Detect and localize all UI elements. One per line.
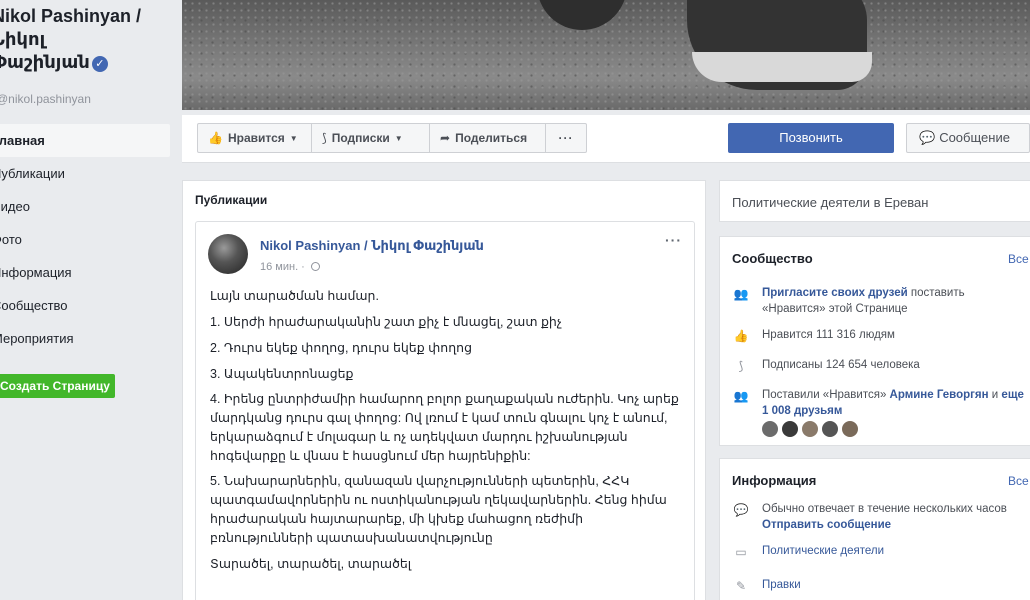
edits-link[interactable]: Правки — [762, 577, 1030, 593]
friend-avatars — [762, 421, 1030, 437]
folder-icon: ▭ — [735, 545, 747, 559]
friends-liked-text: Поставили «Нравится» Армине Геворгян и е… — [762, 387, 1030, 419]
friends-liked-prefix: Поставили «Нравится» — [762, 389, 890, 401]
nav-item-photos[interactable]: Фото — [0, 223, 170, 256]
nav-item-info[interactable]: Информация — [0, 256, 170, 289]
post-options-button[interactable]: ··· — [665, 232, 682, 248]
page-handle[interactable]: @nikol.pashinyan — [0, 92, 91, 106]
nav-item-video[interactable]: Видео — [0, 190, 170, 223]
category-text[interactable]: Политические деятели в Ереван — [732, 195, 928, 210]
cover-shoe-sole — [692, 52, 872, 82]
post-paragraph: Լայն տարածման համար. — [210, 289, 379, 303]
friend-avatar[interactable] — [782, 421, 798, 437]
post-paragraph: Տարածել, տարածել, տարածել — [210, 557, 412, 571]
post-time-text: 16 мин. · — [260, 261, 308, 273]
page-title-line-3: Փաշինյան ✓ — [0, 51, 182, 74]
friend-avatar[interactable] — [842, 421, 858, 437]
category-card: Политические деятели в Ереван — [719, 180, 1030, 222]
nav-item-events[interactable]: Мероприятия — [0, 322, 170, 355]
post-paragraph: 3. Ապակենտրոնացեք — [210, 367, 354, 381]
friends-and-text: и — [988, 389, 1002, 401]
thumbs-up-icon: 👍 — [208, 131, 223, 145]
message-bubble-icon: 💬 — [733, 503, 749, 517]
rss-icon: ⟆ — [738, 359, 744, 373]
create-page-button[interactable]: Создать Страницу — [0, 374, 115, 398]
post-text: Լայն տարածման համար. 1. Սերժի հրաժարական… — [210, 286, 682, 580]
call-button[interactable]: Позвонить — [728, 123, 894, 153]
thumbs-up-icon: 👍 — [733, 329, 749, 343]
post-timestamp[interactable]: 16 мин. · — [260, 261, 320, 273]
info-title[interactable]: Информация — [732, 473, 816, 488]
community-see-all-link[interactable]: Все — [1008, 252, 1029, 266]
pencil-icon: ✎ — [735, 579, 747, 593]
friend-avatar[interactable] — [822, 421, 838, 437]
send-message-link[interactable]: Отправить сообщение — [762, 519, 891, 531]
chevron-down-icon: ▼ — [289, 134, 298, 143]
rss-icon: ⟆ — [322, 131, 327, 145]
followers-count-text: Подписаны 124 654 человека — [762, 359, 920, 371]
like-button-label: Нравится — [227, 131, 285, 145]
post-author-name[interactable]: Nikol Pashinyan / Նիկոլ Փաշինյան — [260, 238, 484, 254]
message-bubble-icon: 💬 — [919, 130, 936, 145]
left-sidebar: Nikol Pashinyan / Նիկոլ Փաշինյան✓ @nikol… — [0, 0, 176, 600]
share-button-label: Поделиться — [455, 131, 528, 145]
post-paragraph: 5. Նախարարներին, զանազան վարչությունների… — [210, 474, 667, 545]
follow-button[interactable]: ⟆ Подписки ▼ — [311, 123, 430, 153]
invite-text: Пригласите своих друзей поставить «Нрави… — [762, 285, 1030, 317]
message-button[interactable]: 💬 Сообщение — [906, 123, 1030, 153]
publications-section: Публикации Nikol Pashinyan / Նիկոլ Փաշին… — [182, 180, 706, 600]
more-options-button[interactable]: ··· — [545, 123, 587, 153]
info-see-all-link[interactable]: Все — [1008, 474, 1029, 488]
community-card: Сообщество Все 👥 Пригласите своих друзей… — [719, 236, 1030, 446]
post-paragraph: 1. Սերժի հրաժարականին շատ քիչ է մնացել, … — [210, 315, 562, 329]
invite-friends-icon: 👥 — [733, 287, 749, 301]
nav-item-publications[interactable]: Публикации — [0, 157, 170, 190]
friend-avatar[interactable] — [802, 421, 818, 437]
nav-item-home[interactable]: Главная — [0, 124, 170, 157]
friend-name-link[interactable]: Армине Геворгян — [890, 389, 989, 401]
globe-icon — [310, 262, 320, 271]
page-nav: Главная Публикации Видео Фото Информация… — [0, 124, 170, 355]
like-button[interactable]: 👍 Нравится ▼ — [197, 123, 312, 153]
verified-badge-icon: ✓ — [91, 56, 108, 72]
page-title-line-3-text: Փաշինյան — [0, 52, 90, 72]
post-paragraph: 4. Իրենց ընտրիժամիր համարող բոլոր քաղաքա… — [210, 392, 679, 463]
page-title-line-1: Nikol Pashinyan / — [0, 6, 142, 26]
likes-count-text: Нравится 111 316 людям — [762, 329, 895, 341]
post-card: Nikol Pashinyan / Նիկոլ Փաշինյան 16 мин.… — [195, 221, 695, 600]
invite-friends-link[interactable]: Пригласите своих друзей — [762, 287, 908, 299]
message-button-label: Сообщение — [939, 130, 1010, 145]
info-card: Информация Все 💬 Обычно отвечает в течен… — [719, 458, 1030, 600]
page-title[interactable]: Nikol Pashinyan / Նիկոլ Փաշինյան✓ — [0, 5, 182, 74]
publications-title: Публикации — [195, 193, 268, 207]
category-link[interactable]: Политические деятели — [762, 543, 1030, 559]
chevron-down-icon: ▼ — [394, 134, 403, 143]
nav-item-community[interactable]: Сообщество — [0, 289, 170, 322]
follow-button-label: Подписки — [331, 131, 390, 145]
friends-icon: 👥 — [733, 389, 749, 403]
share-button[interactable]: ➦ Поделиться — [429, 123, 546, 153]
page-title-line-2: Նիկոլ — [0, 29, 46, 49]
cover-photo[interactable] — [182, 0, 1030, 110]
post-paragraph: 2. Դուրս եկեք փողոց, դուրս եկեք փողոց — [210, 341, 472, 355]
community-title[interactable]: Сообщество — [732, 251, 813, 266]
post-author-avatar[interactable] — [208, 234, 248, 274]
response-time-text: Обычно отвечает в течение нескольких час… — [762, 503, 1007, 515]
response-text-wrap: Обычно отвечает в течение нескольких час… — [762, 501, 1030, 533]
share-arrow-icon: ➦ — [440, 131, 451, 145]
friend-avatar[interactable] — [762, 421, 778, 437]
page-action-bar: 👍 Нравится ▼ ⟆ Подписки ▼ ➦ Поделиться ··· По… — [182, 115, 1030, 163]
